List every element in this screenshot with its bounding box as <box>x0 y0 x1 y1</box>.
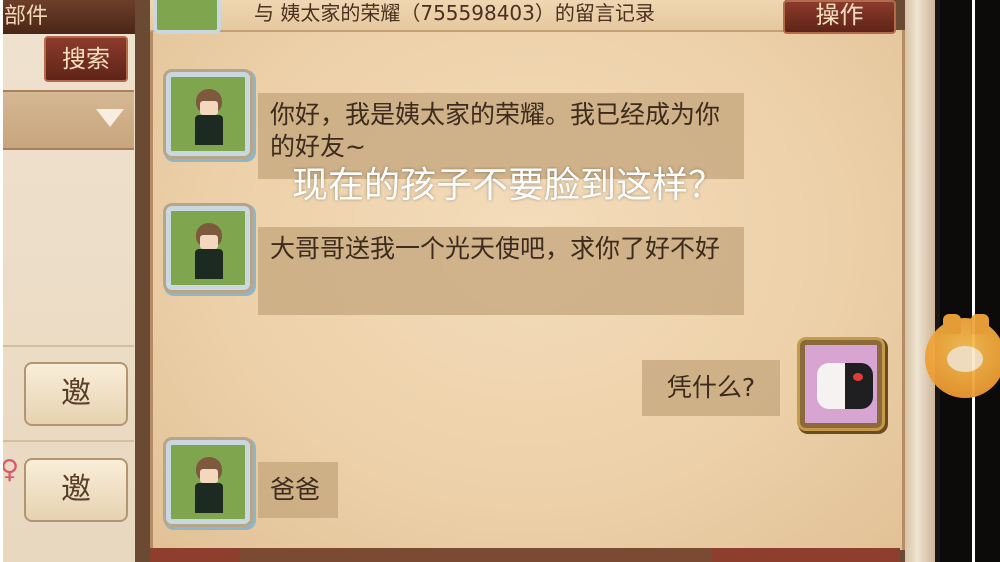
message-bubble: 爸爸 <box>258 462 338 518</box>
edge-line <box>972 0 975 562</box>
top-left-tab[interactable]: 部件 <box>0 0 135 34</box>
header-avatar <box>153 0 221 34</box>
message-bubble: 大哥哥送我一个光天使吧，求你了好不好 <box>258 227 744 315</box>
boy-character-avatar[interactable] <box>166 440 250 524</box>
bottom-right-button[interactable] <box>712 548 900 562</box>
boy-character-avatar[interactable] <box>166 206 250 290</box>
bottom-left-button[interactable] <box>150 548 240 562</box>
filter-dropdown[interactable] <box>0 90 134 150</box>
boy-character-avatar[interactable] <box>166 72 250 156</box>
edge-line <box>0 0 3 562</box>
invite-button[interactable]: 邀 <box>24 458 128 522</box>
chat-title: 与 姨太家的荣耀（755598403）的留言记录 <box>150 0 785 32</box>
chat-scrollbar[interactable] <box>905 0 935 562</box>
divider <box>0 345 134 347</box>
side-bezel <box>940 0 1000 562</box>
search-button[interactable]: 搜索 <box>44 36 128 82</box>
divider <box>0 440 134 442</box>
operate-button[interactable]: 操作 <box>783 0 896 34</box>
floating-mascot-icon[interactable] <box>925 314 1000 398</box>
message-bubble-own: 凭什么? <box>642 360 780 416</box>
monokuma-avatar[interactable] <box>800 340 882 428</box>
video-caption: 现在的孩子不要脸到这样？ <box>292 165 725 206</box>
chevron-down-icon <box>96 109 124 127</box>
invite-button[interactable]: 邀 <box>24 362 128 426</box>
